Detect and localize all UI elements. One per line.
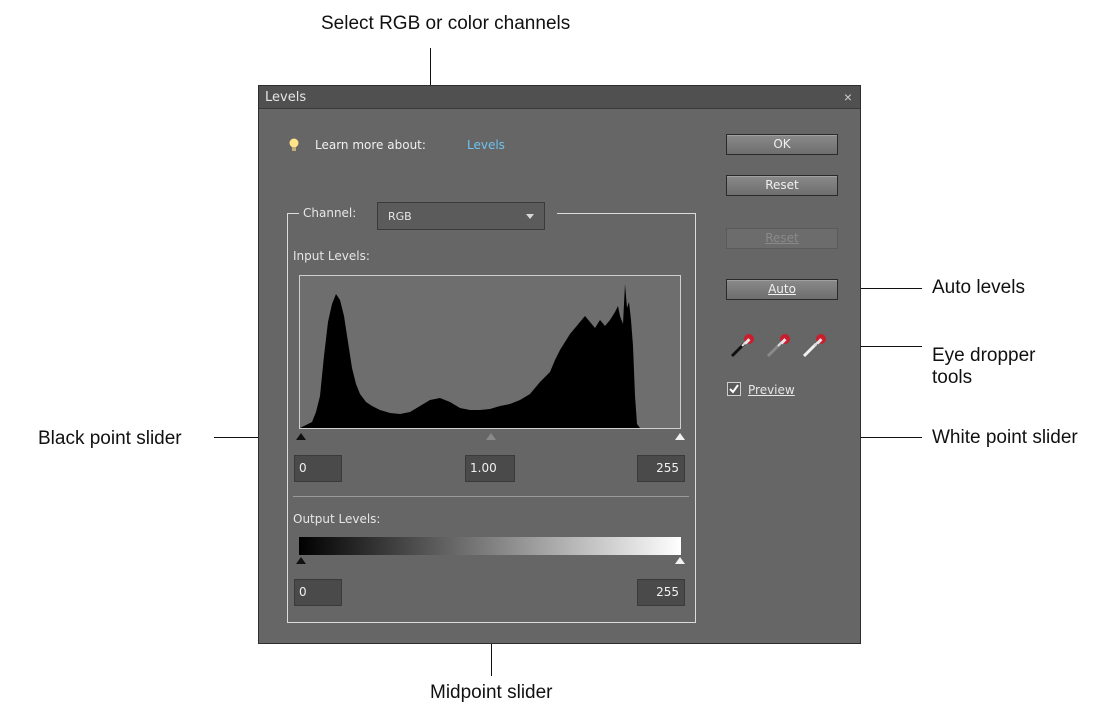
channel-label: Channel: <box>303 206 357 220</box>
gray-eyedropper-icon[interactable] <box>766 332 792 358</box>
output-gradient-bar <box>299 537 681 555</box>
white-point-slider[interactable] <box>675 433 685 440</box>
channel-select[interactable]: RGB <box>377 202 545 230</box>
checkmark-icon <box>729 384 739 394</box>
input-mid-field[interactable]: 1.00 <box>465 455 515 482</box>
histogram-panel <box>299 275 681 429</box>
black-eyedropper-icon[interactable] <box>730 332 756 358</box>
histogram-graph <box>300 284 640 428</box>
chevron-down-icon <box>526 214 534 219</box>
callout-black-point: Black point slider <box>38 428 182 449</box>
ok-button[interactable]: OK <box>726 134 838 155</box>
callout-select-channels: Select RGB or color channels <box>321 13 571 34</box>
learn-more-label: Learn more about: <box>315 138 426 152</box>
output-white-field[interactable]: 255 <box>637 579 685 606</box>
preview-label[interactable]: Preview <box>748 383 795 397</box>
auto-button[interactable]: Auto <box>726 279 838 300</box>
reset-disabled-button[interactable]: Reset <box>726 228 838 249</box>
black-point-slider[interactable] <box>296 433 306 440</box>
output-black-slider[interactable] <box>296 557 306 564</box>
input-levels-label: Input Levels: <box>293 249 370 263</box>
close-icon[interactable]: × <box>844 89 852 105</box>
reset-button[interactable]: Reset <box>726 175 838 196</box>
output-white-slider[interactable] <box>675 557 685 564</box>
learn-more-link[interactable]: Levels <box>467 138 505 152</box>
leader-line-auto <box>852 288 922 289</box>
input-black-field[interactable]: 0 <box>294 455 342 482</box>
input-white-field[interactable]: 255 <box>637 455 685 482</box>
lightbulb-icon <box>289 138 299 152</box>
callout-auto-levels: Auto levels <box>932 277 1025 298</box>
midpoint-slider[interactable] <box>486 433 496 440</box>
levels-dialog: Levels × Learn more about: Levels Channe… <box>258 85 861 644</box>
callout-eye-dropper: Eye dropper tools <box>932 345 1036 388</box>
dialog-title: Levels <box>265 90 307 105</box>
callout-white-point: White point slider <box>932 427 1078 448</box>
preview-checkbox[interactable] <box>727 382 741 396</box>
white-eyedropper-icon[interactable] <box>802 332 828 358</box>
output-black-field[interactable]: 0 <box>294 579 342 606</box>
divider <box>293 496 689 497</box>
channel-select-value: RGB <box>388 210 412 223</box>
callout-midpoint: Midpoint slider <box>430 682 553 703</box>
output-levels-label: Output Levels: <box>293 512 381 526</box>
title-bar[interactable]: Levels × <box>259 86 860 109</box>
